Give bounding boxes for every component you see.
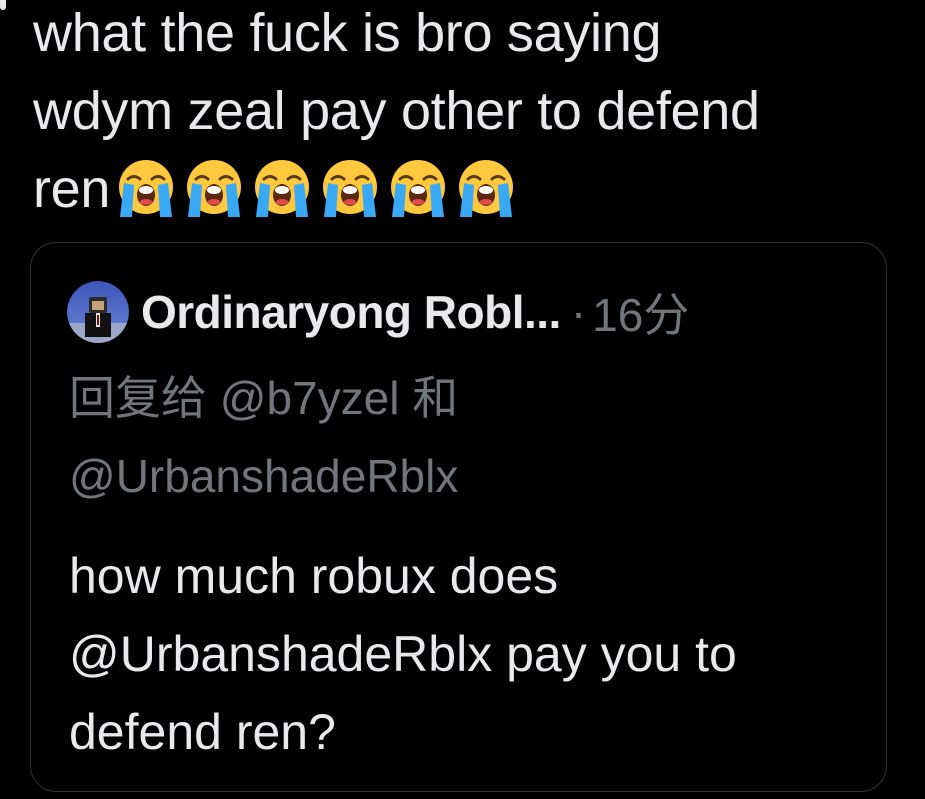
loudly-crying-face-icon	[318, 157, 382, 221]
loudly-crying-face-icon	[114, 157, 178, 221]
reply-to-line-2[interactable]: @UrbanshadeRblx	[69, 437, 458, 515]
reply-to: 回复给 @b7yzel 和 @UrbanshadeRblx	[69, 359, 458, 515]
quote-body-line-3: defend ren?	[69, 704, 336, 760]
quoted-tweet-body: how much robux does @UrbanshadeRblx pay …	[69, 537, 869, 771]
tweet-line-3-text: ren	[33, 159, 111, 219]
timestamp[interactable]: 16分	[592, 279, 689, 345]
tweet-line-1: what the fuck is bro saying	[33, 3, 662, 63]
tweet-text: what the fuck is bro saying wdym zeal pa…	[33, 0, 913, 228]
loudly-crying-face-icon	[454, 157, 518, 221]
quote-body-line-1: how much robux does	[69, 548, 559, 604]
emoji-row	[114, 157, 518, 221]
loudly-crying-face-icon	[386, 157, 450, 221]
loudly-crying-face-icon	[250, 157, 314, 221]
reply-to-line-1: 回复给 @b7yzel 和	[69, 372, 459, 424]
quote-body-line-2: @UrbanshadeRblx pay you to	[69, 626, 737, 682]
quoted-tweet-card[interactable]: Ordinaryong Robl... · 16分 回复给 @b7yzel 和 …	[30, 242, 887, 792]
loudly-crying-face-icon	[182, 157, 246, 221]
avatar[interactable]	[67, 281, 129, 343]
author-name[interactable]: Ordinaryong Robl...	[141, 285, 561, 339]
quoted-tweet-header: Ordinaryong Robl... · 16分	[67, 279, 689, 345]
tweet-line-2: wdym zeal pay other to defend	[33, 81, 760, 141]
tweet-line-3: ren	[33, 150, 913, 228]
corner-mark	[0, 0, 6, 10]
separator-dot: ·	[570, 286, 587, 338]
